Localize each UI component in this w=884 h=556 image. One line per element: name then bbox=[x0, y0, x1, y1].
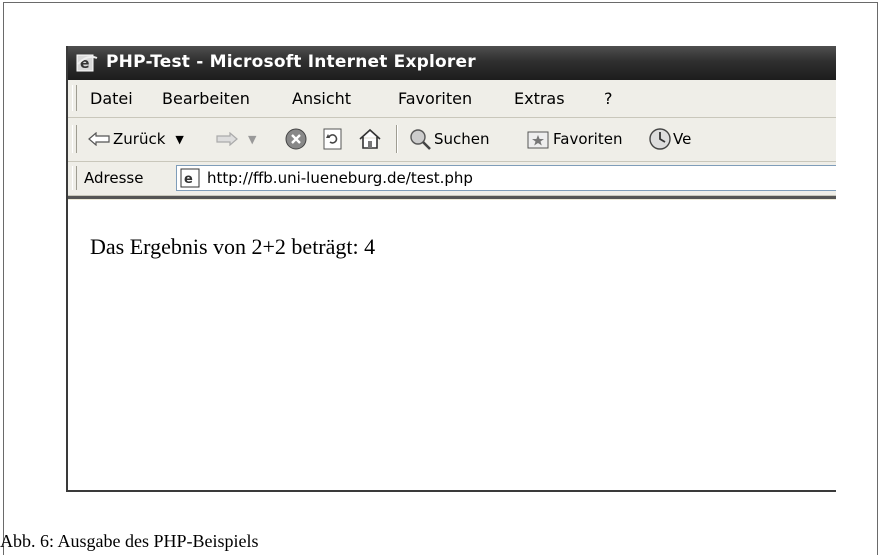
svg-text:e: e bbox=[184, 172, 193, 187]
favorites-button[interactable]: Favoriten bbox=[526, 126, 622, 152]
refresh-icon bbox=[323, 128, 342, 150]
favorites-label: Favoriten bbox=[553, 130, 623, 148]
menu-grip[interactable] bbox=[72, 85, 77, 111]
content-divider bbox=[68, 196, 836, 199]
toolbar-grip[interactable] bbox=[72, 125, 77, 153]
address-grip[interactable] bbox=[72, 166, 77, 190]
history-icon bbox=[649, 128, 671, 150]
title-bar[interactable]: e PHP-Test - Microsoft Internet Explorer bbox=[68, 46, 836, 80]
address-label: Adresse bbox=[84, 169, 144, 187]
page-text: Das Ergebnis von 2+2 beträgt: 4 bbox=[90, 234, 376, 259]
back-label: Zurück bbox=[113, 130, 166, 148]
stop-button[interactable] bbox=[284, 126, 308, 152]
refresh-button[interactable] bbox=[322, 126, 344, 152]
address-input[interactable]: e http://ffb.uni-lueneburg.de/test.php bbox=[176, 165, 836, 191]
menu-ansicht[interactable]: Ansicht bbox=[292, 89, 351, 108]
search-label: Suchen bbox=[434, 130, 490, 148]
ie-window: e PHP-Test - Microsoft Internet Explorer… bbox=[66, 46, 836, 492]
toolbar-separator bbox=[396, 125, 398, 153]
standard-toolbar: Zurück ▼ ▼ Suchen Favoriten Ve bbox=[68, 118, 836, 162]
menu-help[interactable]: ? bbox=[604, 89, 613, 108]
home-icon bbox=[359, 128, 381, 149]
window-title: PHP-Test - Microsoft Internet Explorer bbox=[106, 52, 476, 72]
address-bar: Adresse e http://ffb.uni-lueneburg.de/te… bbox=[68, 162, 836, 196]
back-arrow-icon bbox=[88, 132, 110, 146]
menu-bar: Datei Bearbeiten Ansicht Favoriten Extra… bbox=[68, 80, 836, 118]
stop-icon bbox=[285, 128, 307, 150]
page-content: Das Ergebnis von 2+2 beträgt: 4 bbox=[68, 200, 836, 490]
figure-caption: Abb. 6: Ausgabe des PHP-Beispiels bbox=[0, 531, 259, 551]
back-button[interactable]: Zurück ▼ bbox=[88, 126, 184, 152]
favorites-icon bbox=[527, 131, 549, 149]
history-button[interactable]: Ve bbox=[648, 126, 691, 152]
history-label: Ve bbox=[673, 130, 692, 148]
back-dropdown-icon[interactable]: ▼ bbox=[175, 133, 183, 146]
menu-favoriten[interactable]: Favoriten bbox=[398, 89, 472, 108]
page-icon: e bbox=[180, 168, 200, 188]
ie-logo-icon: e bbox=[76, 54, 98, 72]
forward-button[interactable]: ▼ bbox=[216, 126, 256, 152]
forward-dropdown-icon[interactable]: ▼ bbox=[248, 133, 256, 146]
search-icon bbox=[410, 129, 431, 150]
menu-extras[interactable]: Extras bbox=[514, 89, 565, 108]
menu-datei[interactable]: Datei bbox=[90, 89, 133, 108]
address-url: http://ffb.uni-lueneburg.de/test.php bbox=[207, 169, 473, 187]
menu-bearbeiten[interactable]: Bearbeiten bbox=[162, 89, 250, 108]
search-button[interactable]: Suchen bbox=[408, 126, 490, 152]
forward-arrow-icon bbox=[216, 132, 238, 146]
home-button[interactable] bbox=[358, 126, 382, 152]
